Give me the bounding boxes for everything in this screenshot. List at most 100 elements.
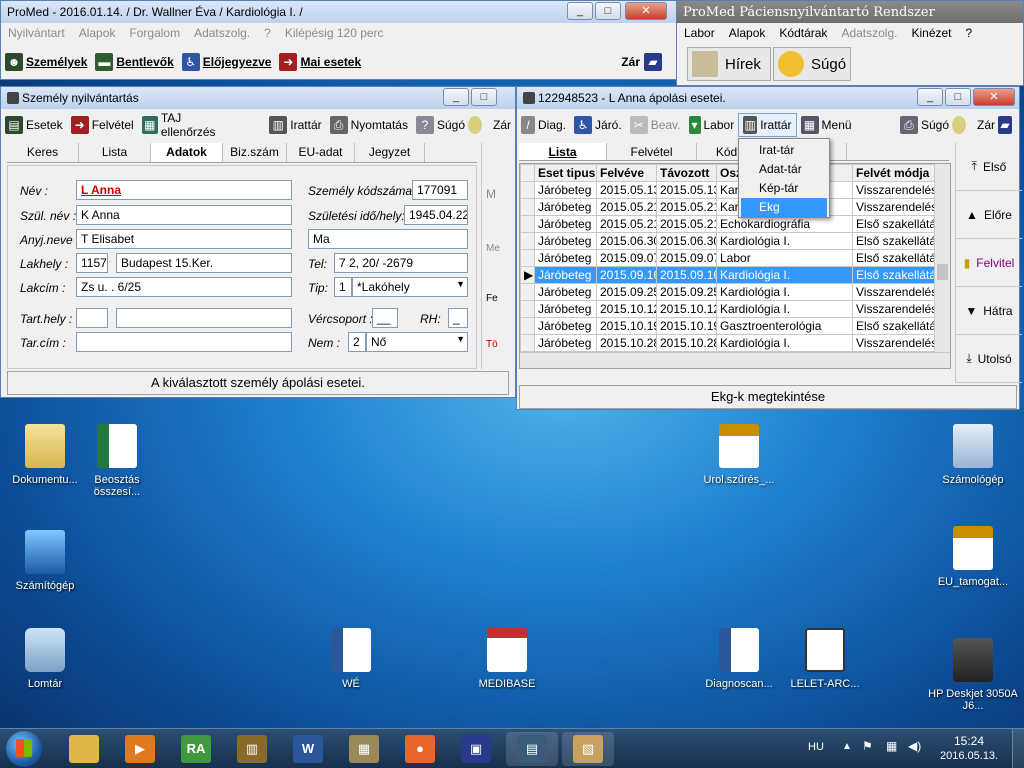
taskbar-app-app4[interactable]: ▧ <box>562 732 614 766</box>
tab-adatok[interactable]: Adatok <box>151 143 223 162</box>
name-field[interactable]: L Anna <box>76 180 292 200</box>
esetek-button[interactable]: ▤ Esetek <box>1 113 67 137</box>
taskbar-app-save[interactable]: ▣ <box>450 732 502 766</box>
clock-time[interactable]: 15:24 <box>954 734 984 748</box>
person-code-field[interactable]: 177091 <box>412 180 468 200</box>
blood-group-field[interactable]: __ <box>372 308 398 328</box>
felvetel-button[interactable]: ➜ Felvétel <box>67 113 138 137</box>
row-indicator[interactable] <box>520 300 535 318</box>
minimize-button[interactable]: _ <box>567 2 593 20</box>
table-row[interactable]: Járóbeteg 2015.05.21 2015.05.21 Kard Visszar… <box>520 198 935 216</box>
rh-field[interactable]: _ <box>448 308 468 328</box>
menu-kinezet[interactable]: Kinézet <box>904 26 958 40</box>
network-icon[interactable]: ▦ <box>886 739 897 753</box>
maximize-button[interactable]: □ <box>595 2 621 20</box>
desktop-icon-pdf[interactable]: EU_tamogat... <box>928 526 1018 588</box>
menu-alapok[interactable]: Alapok <box>72 26 123 40</box>
diag-button[interactable]: / Diag. <box>517 113 570 137</box>
bentlevok-button[interactable]: ▬ Bentlevők <box>91 50 177 74</box>
col-tavozott[interactable]: Távozott <box>656 164 717 182</box>
taskbar-app-firefox[interactable]: ● <box>394 732 446 766</box>
labor-button[interactable]: ▾ Labor <box>685 113 739 137</box>
care-zar-button[interactable]: Zár ▰ <box>973 113 1019 137</box>
care-minimize-button[interactable]: _ <box>917 88 943 106</box>
birth-place-field[interactable]: Ma <box>308 229 468 249</box>
tab-keres[interactable]: Keres <box>7 143 79 162</box>
scroll-thumb[interactable] <box>937 264 948 280</box>
desktop-icon-pdf[interactable]: Urol.szűrés_... <box>694 424 784 486</box>
taj-button[interactable]: ▦ TAJ ellenőrzés <box>138 111 236 139</box>
row-indicator[interactable] <box>520 317 535 335</box>
col-eset-tipus[interactable]: Eset tipus <box>534 164 597 182</box>
birth-name-field[interactable]: K Anna <box>76 205 292 225</box>
desktop-icon-printer[interactable]: HP Deskjet 3050A J6... <box>928 638 1018 712</box>
col-felvet-modja[interactable]: Felvét módja <box>852 164 935 182</box>
desktop-icon-medibase[interactable]: MEDIBASE <box>462 628 552 690</box>
row-indicator[interactable]: ▶ <box>520 266 535 284</box>
show-desktop-button[interactable] <box>1012 729 1024 768</box>
desktop-icon-computer[interactable]: Számítógép <box>0 530 90 592</box>
vertical-scrollbar[interactable] <box>934 164 950 352</box>
irattar-button[interactable]: ▥ Irattár <box>265 113 325 137</box>
mai-esetek-button[interactable]: ➜ Mai esetek <box>275 50 365 74</box>
clock-date[interactable]: 2016.05.13. <box>940 750 998 762</box>
beav-button[interactable]: ✂ Beav. <box>626 113 685 137</box>
table-row[interactable]: Járóbeteg 2015.10.19 2015.10.19 Gasztroente… <box>520 317 935 335</box>
nav-prev-button[interactable]: ▲ Előre <box>956 191 1022 239</box>
row-indicator[interactable] <box>520 249 535 267</box>
elojegyezve-button[interactable]: ♿ Előjegyezve <box>178 50 276 74</box>
popup-ekg[interactable]: Ekg <box>741 198 827 217</box>
desktop-icon-excel[interactable]: Beosztás összesí... <box>72 424 162 498</box>
menu-help2[interactable]: ? <box>959 26 980 40</box>
person-minimize-button[interactable]: _ <box>443 88 469 106</box>
menu-alapok2[interactable]: Alapok <box>722 26 773 40</box>
start-button[interactable] <box>6 731 42 767</box>
care-irattar-button[interactable]: ▥ Irattár <box>738 113 797 137</box>
jaro-button[interactable]: ♿ Járó. <box>570 113 626 137</box>
tab-care-lista[interactable]: Lista <box>519 143 607 160</box>
nyomtatas-button[interactable]: ⎙ Nyomtatás <box>326 113 412 137</box>
row-indicator[interactable] <box>520 283 535 301</box>
szemelyek-button[interactable]: ☻ Személyek <box>1 50 91 74</box>
desktop-icon-word[interactable]: WÉ <box>306 628 396 690</box>
taskbar-app-app3[interactable]: ▤ <box>506 732 558 766</box>
menu-adatszolg[interactable]: Adatszolg. <box>187 26 257 40</box>
temp-address-field[interactable] <box>76 332 292 352</box>
menu-forgalom[interactable]: Forgalom <box>122 26 187 40</box>
row-indicator[interactable] <box>520 215 535 233</box>
row-indicator[interactable] <box>520 334 535 352</box>
taskbar-app-RA[interactable]: RA <box>170 732 222 766</box>
tab-lista[interactable]: Lista <box>79 143 151 162</box>
side-button-fe[interactable]: Fe <box>486 293 498 304</box>
tab-care-felvetel[interactable]: Felvétel <box>607 143 697 160</box>
care-sugo-button[interactable]: ⎙ Súgó <box>896 113 973 137</box>
close-button[interactable]: ✕ <box>625 2 667 20</box>
menu-help[interactable]: ? <box>257 26 278 40</box>
mother-name-field[interactable]: T Elisabet <box>76 229 292 249</box>
popup-adat-tar[interactable]: Adat-tár <box>739 160 829 179</box>
col-felveve[interactable]: Felvéve <box>596 164 657 182</box>
menu-labor[interactable]: Labor <box>677 26 722 40</box>
menu-nyilvantart[interactable]: Nyilvántart <box>1 26 72 40</box>
desktop-icon-lelet[interactable]: LELET-ARC... <box>780 628 870 690</box>
type-select[interactable]: *Lakóhely ▼ <box>352 277 468 297</box>
row-indicator[interactable] <box>520 198 535 216</box>
table-row[interactable]: ▶ Járóbeteg 2015.09.16 2015.09.16 Kardiológi… <box>520 266 935 284</box>
tray-arrow-icon[interactable]: ▲ <box>842 741 852 752</box>
main-zar-button[interactable]: Zár ▰ <box>617 50 669 74</box>
menu-kodtarak[interactable]: Kódtárak <box>772 26 834 40</box>
flag-icon[interactable]: ⚑ <box>862 739 873 753</box>
side-button-m[interactable]: M <box>486 187 496 201</box>
language-indicator[interactable]: HU <box>808 741 824 753</box>
menu-adatszolg2[interactable]: Adatszolg. <box>834 26 904 40</box>
horizontal-scrollbar[interactable] <box>520 352 950 368</box>
nav-first-button[interactable]: ⤒ Első <box>956 143 1022 191</box>
care-title-bar[interactable]: 122948523 - L Anna ápolási esetei. <box>517 87 1019 109</box>
type-code-field[interactable]: 1 <box>334 277 352 297</box>
city-field[interactable]: Budapest 15.Ker. <box>116 253 292 273</box>
table-row[interactable]: Járóbeteg 2015.06.30 2015.06.30 Kardiológia… <box>520 232 935 250</box>
side-button-me[interactable]: Me <box>486 243 500 254</box>
tab-jegyzet[interactable]: Jegyzet <box>355 143 425 162</box>
table-row[interactable]: Járóbeteg 2015.09.07 2015.09.07 Labor Első s… <box>520 249 935 267</box>
person-maximize-button[interactable]: □ <box>471 88 497 106</box>
